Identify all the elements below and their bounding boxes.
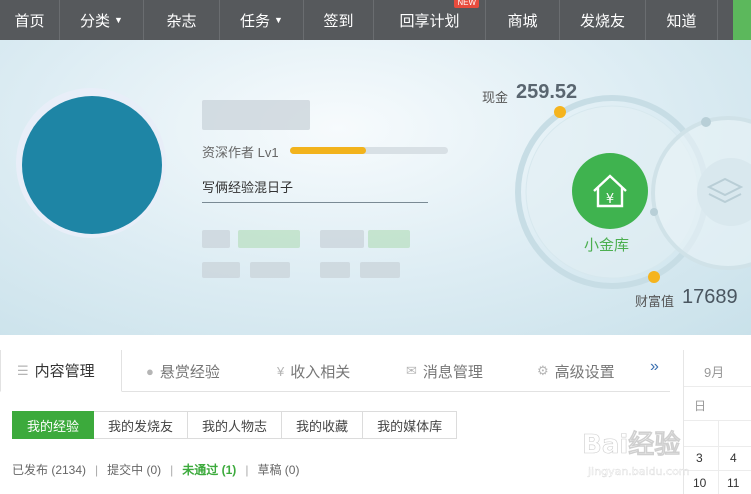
nav-zhidao[interactable]: 知道 [646,0,718,40]
vault-label[interactable]: 小金库 [584,234,629,255]
tab-more-button[interactable]: » [650,358,659,376]
calendar-weekday: 日 [694,399,707,413]
mail-icon: ✉ [406,363,417,378]
nav-share-plan[interactable]: 回享计划 NEW [374,0,486,40]
cash-label: 现金 [482,90,509,105]
nav-checkin[interactable]: 签到 [304,0,374,40]
list-icon: ☰ [17,362,29,378]
gear-icon: ⚙ [537,363,549,378]
nav-mall[interactable]: 商城 [486,0,560,40]
chevron-down-icon: ▼ [114,15,123,25]
wealth-label: 财富值 [635,294,675,309]
ring-dot [650,208,658,216]
profile-banner: 资深作者 Lv1 写俩经验混日子 ¥ 小金库 现金 259.52 财富值 176 [0,40,751,335]
nav-category[interactable]: 分类 ▼ [60,0,144,40]
divider: | [170,462,174,477]
stat-submitting[interactable]: 提交中 (0) [107,461,161,478]
cash-indicator-dot [554,106,566,118]
nav-home[interactable]: 首页 [0,0,60,40]
experience-subtabs: 我的经验 我的发烧友 我的人物志 我的收藏 我的媒体库 [12,411,458,439]
watermark-brand: Bai经验 [582,429,680,460]
yen-icon: ¥ [277,363,285,379]
tab-advanced-settings[interactable]: ⚙ 高级设置 [537,350,615,392]
stat-draft[interactable]: 草稿 (0) [257,461,299,478]
cash-value: 259.52 [516,81,578,103]
calendar-divider [684,386,751,387]
nav-fans[interactable]: 发烧友 [560,0,646,40]
nav-task[interactable]: 任务 ▼ [220,0,304,40]
tab-income[interactable]: ¥ 收入相关 [277,350,350,392]
subtab-my-fans[interactable]: 我的发烧友 [94,411,189,439]
content-tabs: ☰ 内容管理 ● 悬赏经验 ¥ 收入相关 ✉ 消息管理 ⚙ 高级设置 [0,350,670,392]
new-badge: NEW [454,0,479,8]
tab-messages[interactable]: ✉ 消息管理 [406,350,483,392]
yen-icon: ¥ [606,192,614,207]
stat-published[interactable]: 已发布 (2134) [12,461,86,478]
experience-stats: 已发布 (2134) | 提交中 (0) | 未通过 (1) | 草稿 (0) [12,461,299,478]
calendar-month[interactable]: 9月 [704,362,724,381]
subtab-my-experience[interactable]: 我的经验 [12,411,95,439]
ring-dot [701,117,711,127]
subtab-my-media[interactable]: 我的媒体库 [363,411,458,439]
nav-accent-block [733,0,751,40]
nav-magazine[interactable]: 杂志 [144,0,220,40]
tab-content-management[interactable]: ☰ 内容管理 [0,350,122,392]
wealth-value: 17689 [682,286,738,308]
coin-icon: ● [146,363,154,379]
divider: | [245,462,249,477]
baidu-watermark: Bai经验 jingyan.baidu.com [582,429,690,478]
vault-button[interactable] [572,153,648,229]
wealth-indicator-dot [648,271,660,283]
watermark-url: jingyan.baidu.com [587,465,690,478]
divider: | [95,462,99,477]
chevron-down-icon: ▼ [274,15,283,25]
top-nav: 首页 分类 ▼ 杂志 任务 ▼ 签到 回享计划 NEW 商城 发烧友 知道 [0,0,751,40]
tab-bounty[interactable]: ● 悬赏经验 [146,350,220,392]
subtab-my-favorites[interactable]: 我的收藏 [282,411,364,439]
stat-failed[interactable]: 未通过 (1) [182,461,236,478]
subtab-my-profiles[interactable]: 我的人物志 [188,411,283,439]
